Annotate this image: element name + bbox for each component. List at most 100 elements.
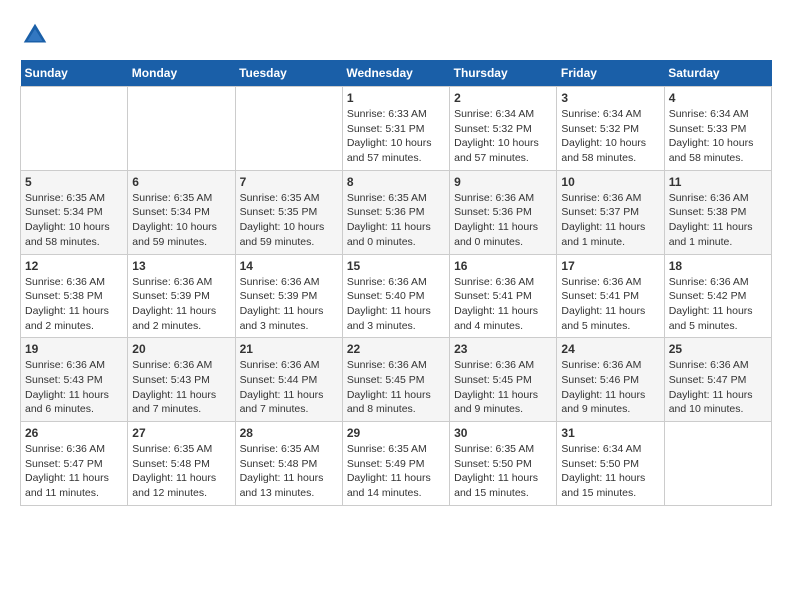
- calendar-week-row: 12 Sunrise: 6:36 AMSunset: 5:38 PMDayligh…: [21, 254, 772, 338]
- weekday-header: Sunday: [21, 60, 128, 87]
- calendar-day-cell: 7Sunrise: 6:35 AMSunset: 5:35 PMDaylight…: [235, 170, 342, 254]
- day-number: 25: [669, 342, 767, 356]
- day-number: 26: [25, 426, 123, 440]
- calendar-day-cell: 22Sunrise: 6:36 AMSunset: 5:45 PMDayligh…: [342, 338, 449, 422]
- calendar-day-cell: 28 Sunrise: 6:35 AMSunset: 5:48 PMDayligh…: [235, 422, 342, 506]
- calendar-day-cell: 11 Sunrise: 6:36 AMSunset: 5:38 PMDayligh…: [664, 170, 771, 254]
- day-info: Sunrise: 6:35 AMSunset: 5:48 PMDaylight:…: [132, 442, 230, 501]
- calendar-day-cell: 8 Sunrise: 6:35 AMSunset: 5:36 PMDaylight…: [342, 170, 449, 254]
- day-number: 31: [561, 426, 659, 440]
- weekday-header: Saturday: [664, 60, 771, 87]
- calendar-week-row: 19 Sunrise: 6:36 AMSunset: 5:43 PMDayligh…: [21, 338, 772, 422]
- weekday-header: Tuesday: [235, 60, 342, 87]
- day-number: 5: [25, 175, 123, 189]
- calendar-day-cell: 12 Sunrise: 6:36 AMSunset: 5:38 PMDayligh…: [21, 254, 128, 338]
- calendar-day-cell: 6 Sunrise: 6:35 AMSunset: 5:34 PMDaylight…: [128, 170, 235, 254]
- day-number: 8: [347, 175, 445, 189]
- day-number: 3: [561, 91, 659, 105]
- day-info: Sunrise: 6:36 AMSunset: 5:38 PMDaylight:…: [25, 275, 123, 334]
- day-number: 6: [132, 175, 230, 189]
- day-number: 14: [240, 259, 338, 273]
- calendar-day-cell: 24 Sunrise: 6:36 AMSunset: 5:46 PMDayligh…: [557, 338, 664, 422]
- day-info: Sunrise: 6:35 AMSunset: 5:48 PMDaylight:…: [240, 442, 338, 501]
- calendar-table: SundayMondayTuesdayWednesdayThursdayFrid…: [20, 60, 772, 506]
- calendar-day-cell: 21Sunrise: 6:36 AMSunset: 5:44 PMDayligh…: [235, 338, 342, 422]
- calendar-day-cell: [21, 87, 128, 171]
- day-info: Sunrise: 6:35 AMSunset: 5:49 PMDaylight:…: [347, 442, 445, 501]
- weekday-header-row: SundayMondayTuesdayWednesdayThursdayFrid…: [21, 60, 772, 87]
- calendar-day-cell: [235, 87, 342, 171]
- day-info: Sunrise: 6:33 AMSunset: 5:31 PMDaylight:…: [347, 107, 445, 166]
- day-number: 16: [454, 259, 552, 273]
- day-number: 28: [240, 426, 338, 440]
- weekday-header: Friday: [557, 60, 664, 87]
- calendar-day-cell: 25 Sunrise: 6:36 AMSunset: 5:47 PMDayligh…: [664, 338, 771, 422]
- day-number: 9: [454, 175, 552, 189]
- day-number: 24: [561, 342, 659, 356]
- calendar-week-row: 1 Sunrise: 6:33 AMSunset: 5:31 PMDaylight…: [21, 87, 772, 171]
- calendar-day-cell: 26 Sunrise: 6:36 AMSunset: 5:47 PMDayligh…: [21, 422, 128, 506]
- calendar-day-cell: 31 Sunrise: 6:34 AMSunset: 5:50 PMDayligh…: [557, 422, 664, 506]
- calendar-day-cell: 4Sunrise: 6:34 AMSunset: 5:33 PMDaylight…: [664, 87, 771, 171]
- day-number: 2: [454, 91, 552, 105]
- day-info: Sunrise: 6:34 AMSunset: 5:32 PMDaylight:…: [454, 107, 552, 166]
- day-info: Sunrise: 6:36 AMSunset: 5:41 PMDaylight:…: [454, 275, 552, 334]
- day-number: 17: [561, 259, 659, 273]
- day-info: Sunrise: 6:35 AMSunset: 5:34 PMDaylight:…: [132, 191, 230, 250]
- day-number: 7: [240, 175, 338, 189]
- logo-icon: [20, 20, 50, 50]
- calendar-day-cell: 9 Sunrise: 6:36 AMSunset: 5:36 PMDaylight…: [450, 170, 557, 254]
- day-info: Sunrise: 6:36 AMSunset: 5:43 PMDaylight:…: [25, 358, 123, 417]
- day-number: 10: [561, 175, 659, 189]
- calendar-day-cell: 17 Sunrise: 6:36 AMSunset: 5:41 PMDayligh…: [557, 254, 664, 338]
- day-info: Sunrise: 6:35 AMSunset: 5:50 PMDaylight:…: [454, 442, 552, 501]
- day-number: 1: [347, 91, 445, 105]
- day-info: Sunrise: 6:35 AMSunset: 5:36 PMDaylight:…: [347, 191, 445, 250]
- day-info: Sunrise: 6:36 AMSunset: 5:42 PMDaylight:…: [669, 275, 767, 334]
- page-header: [20, 20, 772, 50]
- day-info: Sunrise: 6:36 AMSunset: 5:47 PMDaylight:…: [669, 358, 767, 417]
- calendar-day-cell: 13 Sunrise: 6:36 AMSunset: 5:39 PMDayligh…: [128, 254, 235, 338]
- logo: [20, 20, 54, 50]
- day-number: 11: [669, 175, 767, 189]
- day-info: Sunrise: 6:36 AMSunset: 5:37 PMDaylight:…: [561, 191, 659, 250]
- day-number: 27: [132, 426, 230, 440]
- day-info: Sunrise: 6:35 AMSunset: 5:34 PMDaylight:…: [25, 191, 123, 250]
- calendar-day-cell: [128, 87, 235, 171]
- day-number: 15: [347, 259, 445, 273]
- day-number: 19: [25, 342, 123, 356]
- calendar-day-cell: 2 Sunrise: 6:34 AMSunset: 5:32 PMDaylight…: [450, 87, 557, 171]
- day-info: Sunrise: 6:36 AMSunset: 5:47 PMDaylight:…: [25, 442, 123, 501]
- calendar-week-row: 5 Sunrise: 6:35 AMSunset: 5:34 PMDaylight…: [21, 170, 772, 254]
- day-number: 29: [347, 426, 445, 440]
- day-number: 13: [132, 259, 230, 273]
- weekday-header: Wednesday: [342, 60, 449, 87]
- calendar-day-cell: 10 Sunrise: 6:36 AMSunset: 5:37 PMDayligh…: [557, 170, 664, 254]
- day-number: 20: [132, 342, 230, 356]
- day-info: Sunrise: 6:36 AMSunset: 5:45 PMDaylight:…: [454, 358, 552, 417]
- day-info: Sunrise: 6:36 AMSunset: 5:46 PMDaylight:…: [561, 358, 659, 417]
- calendar-day-cell: 14 Sunrise: 6:36 AMSunset: 5:39 PMDayligh…: [235, 254, 342, 338]
- day-info: Sunrise: 6:36 AMSunset: 5:39 PMDaylight:…: [132, 275, 230, 334]
- calendar-week-row: 26 Sunrise: 6:36 AMSunset: 5:47 PMDayligh…: [21, 422, 772, 506]
- day-info: Sunrise: 6:36 AMSunset: 5:43 PMDaylight:…: [132, 358, 230, 417]
- day-info: Sunrise: 6:36 AMSunset: 5:39 PMDaylight:…: [240, 275, 338, 334]
- day-info: Sunrise: 6:36 AMSunset: 5:41 PMDaylight:…: [561, 275, 659, 334]
- day-info: Sunrise: 6:36 AMSunset: 5:44 PMDaylight:…: [240, 358, 338, 417]
- calendar-day-cell: 20 Sunrise: 6:36 AMSunset: 5:43 PMDayligh…: [128, 338, 235, 422]
- calendar-day-cell: 29 Sunrise: 6:35 AMSunset: 5:49 PMDayligh…: [342, 422, 449, 506]
- day-number: 22: [347, 342, 445, 356]
- weekday-header: Thursday: [450, 60, 557, 87]
- calendar-day-cell: 3 Sunrise: 6:34 AMSunset: 5:32 PMDaylight…: [557, 87, 664, 171]
- weekday-header: Monday: [128, 60, 235, 87]
- day-info: Sunrise: 6:36 AMSunset: 5:38 PMDaylight:…: [669, 191, 767, 250]
- day-info: Sunrise: 6:34 AMSunset: 5:50 PMDaylight:…: [561, 442, 659, 501]
- calendar-day-cell: 18Sunrise: 6:36 AMSunset: 5:42 PMDayligh…: [664, 254, 771, 338]
- day-info: Sunrise: 6:36 AMSunset: 5:36 PMDaylight:…: [454, 191, 552, 250]
- calendar-day-cell: 23 Sunrise: 6:36 AMSunset: 5:45 PMDayligh…: [450, 338, 557, 422]
- day-number: 12: [25, 259, 123, 273]
- calendar-day-cell: 19 Sunrise: 6:36 AMSunset: 5:43 PMDayligh…: [21, 338, 128, 422]
- day-number: 23: [454, 342, 552, 356]
- day-info: Sunrise: 6:34 AMSunset: 5:32 PMDaylight:…: [561, 107, 659, 166]
- day-number: 30: [454, 426, 552, 440]
